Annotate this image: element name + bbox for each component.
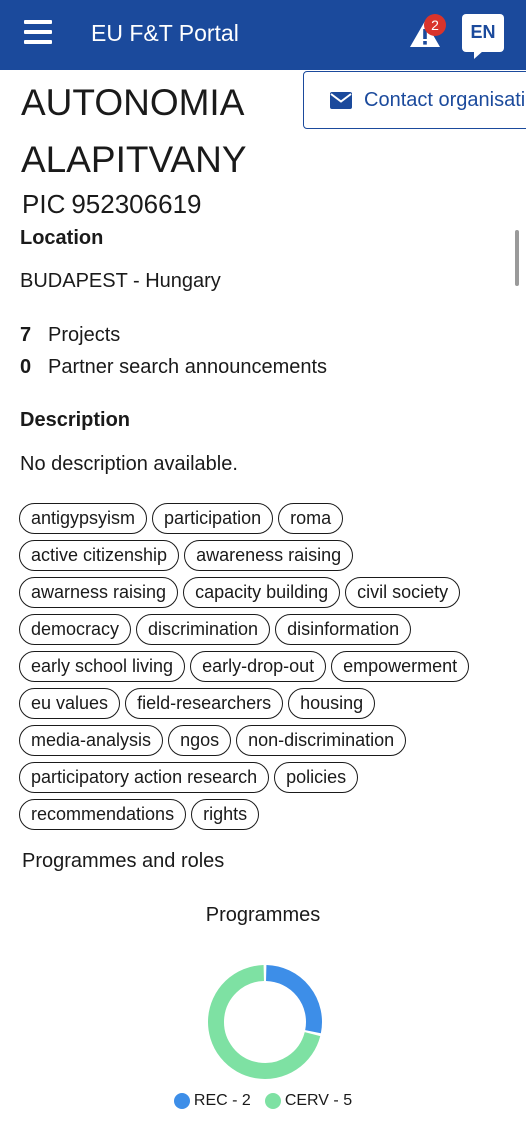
keyword-tag[interactable]: field-researchers bbox=[125, 688, 284, 719]
keyword-tag[interactable]: democracy bbox=[19, 614, 132, 645]
stat-partner-search[interactable]: 0 Partner search announcements bbox=[20, 356, 327, 379]
keyword-tag[interactable]: eu values bbox=[19, 688, 121, 719]
keyword-tag[interactable]: early school living bbox=[19, 651, 186, 682]
keyword-tag[interactable]: media-analysis bbox=[19, 725, 164, 756]
keyword-tag[interactable]: civil society bbox=[345, 577, 461, 608]
scrollbar[interactable] bbox=[515, 230, 519, 286]
envelope-icon bbox=[330, 92, 352, 109]
programmes-roles-heading: Programmes and roles bbox=[22, 850, 225, 872]
legend-label: REC - 2 bbox=[193, 1092, 251, 1109]
keyword-tag[interactable]: housing bbox=[288, 688, 376, 719]
description-text: No description available. bbox=[20, 453, 238, 475]
legend-swatch bbox=[173, 1093, 190, 1109]
legend-item-rec[interactable]: REC - 2 bbox=[173, 1092, 251, 1110]
stat-count: 7 bbox=[20, 324, 32, 346]
keyword-tag[interactable]: discrimination bbox=[136, 614, 271, 645]
location-heading: Location bbox=[20, 227, 104, 249]
pic-number: PIC 952306619 bbox=[22, 189, 201, 220]
app-title: EU F&T Portal bbox=[91, 20, 239, 46]
legend-item-cerv[interactable]: CERV - 5 bbox=[264, 1092, 353, 1110]
chart-legend: REC - 2 CERV - 5 bbox=[0, 1092, 526, 1110]
stat-projects[interactable]: 7 Projects bbox=[20, 324, 120, 347]
pic-label: PIC bbox=[22, 189, 66, 219]
programmes-donut-chart bbox=[208, 965, 322, 1079]
keyword-tag[interactable]: active citizenship bbox=[19, 540, 180, 571]
stat-label: Partner search announcements bbox=[48, 356, 328, 378]
keyword-tag[interactable]: rights bbox=[191, 799, 260, 830]
stat-label: Projects bbox=[48, 324, 121, 346]
keyword-tag[interactable]: policies bbox=[274, 762, 359, 793]
keyword-tag[interactable]: awareness raising bbox=[184, 540, 354, 571]
description-heading: Description bbox=[20, 409, 131, 431]
hamburger-menu-icon[interactable] bbox=[24, 20, 52, 44]
keyword-tag[interactable]: recommendations bbox=[19, 799, 187, 830]
keyword-tag[interactable]: empowerment bbox=[331, 651, 470, 682]
organisation-name: AUTONOMIA ALAPITVANY bbox=[21, 82, 247, 180]
legend-label: CERV - 5 bbox=[284, 1092, 353, 1109]
keyword-tag[interactable]: participatory action research bbox=[19, 762, 270, 793]
keyword-tag[interactable]: antigypsyism bbox=[19, 503, 148, 534]
keyword-tags: antigypsyism participation roma active citi… bbox=[19, 503, 499, 830]
chart-title: Programmes bbox=[205, 904, 321, 926]
pic-value: 952306619 bbox=[71, 189, 202, 219]
top-bar: EU F&T Portal 2 EN bbox=[0, 0, 526, 70]
stat-count: 0 bbox=[20, 356, 32, 378]
contact-button-label: Contact organisation bbox=[364, 89, 526, 111]
notification-badge: 2 bbox=[424, 14, 446, 36]
keyword-tag[interactable]: roma bbox=[278, 503, 344, 534]
donut-slice-rec[interactable] bbox=[265, 965, 322, 1034]
keyword-tag[interactable]: participation bbox=[152, 503, 274, 534]
contact-organisation-button[interactable]: Contact organisation bbox=[303, 71, 526, 129]
keyword-tag[interactable]: awarness raising bbox=[19, 577, 179, 608]
keyword-tag[interactable]: capacity building bbox=[183, 577, 341, 608]
language-button[interactable]: EN bbox=[462, 14, 504, 59]
keyword-tag[interactable]: ngos bbox=[168, 725, 232, 756]
keyword-tag[interactable]: non-discrimination bbox=[236, 725, 407, 756]
legend-swatch bbox=[264, 1093, 281, 1109]
keyword-tag[interactable]: early-drop-out bbox=[190, 651, 327, 682]
location-value: BUDAPEST - Hungary bbox=[20, 270, 221, 292]
keyword-tag[interactable]: disinformation bbox=[275, 614, 412, 645]
